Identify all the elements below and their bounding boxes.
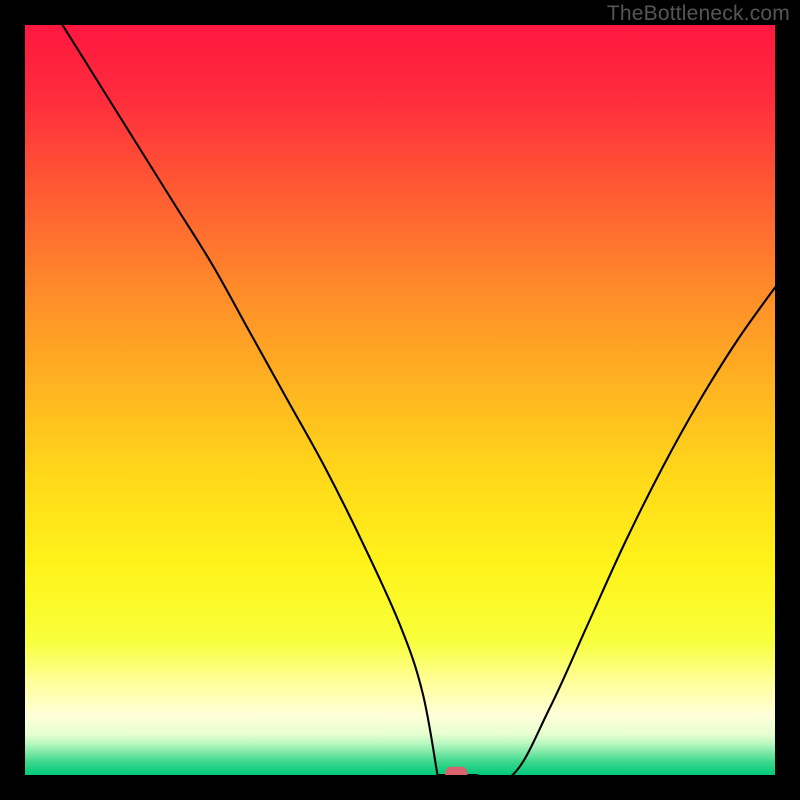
chart-container: TheBottleneck.com: [0, 0, 800, 800]
optimal-marker: [445, 767, 468, 775]
bottleneck-chart: [25, 25, 775, 775]
gradient-background: [25, 25, 775, 775]
chart-svg: [25, 25, 775, 775]
watermark-label: TheBottleneck.com: [607, 2, 790, 26]
